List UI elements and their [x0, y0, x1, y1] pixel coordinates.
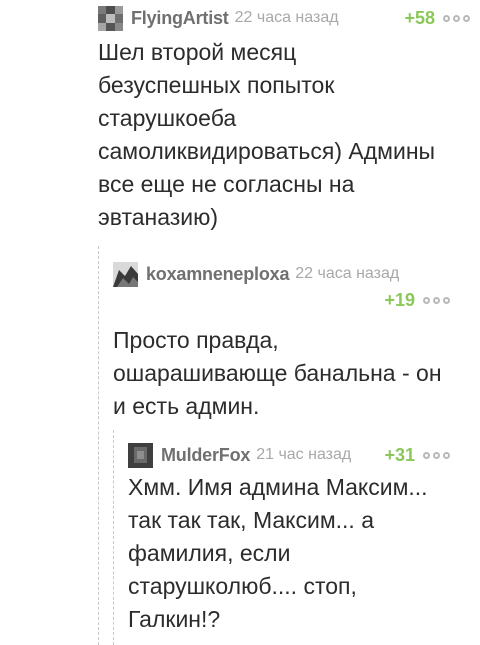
- comment-body: Шел второй месяц безуспешных попыток ста…: [98, 36, 470, 234]
- comment-line: ошарашивающе банальна - он: [113, 360, 442, 386]
- comment-koxamneneploxa: koxamneneploxa 22 часа назад +19 Просто …: [113, 261, 450, 423]
- comment-time[interactable]: 22 часа назад: [295, 265, 399, 283]
- thread-line-level-2: [113, 430, 114, 645]
- comment-line: старушколюб.... стоп,: [128, 573, 357, 599]
- comment-line: Хмм. Имя админа Максим...: [128, 474, 428, 500]
- comment-flyingartist: FlyingArtist 22 часа назад +58 Шел второ…: [98, 5, 470, 234]
- comment-line: и есть админ.: [113, 393, 260, 419]
- more-dots-icon[interactable]: [423, 296, 450, 304]
- comment-line: так так так, Максим... а: [128, 507, 374, 533]
- avatar[interactable]: [98, 5, 123, 31]
- comment-mulderfox: MulderFox 21 час назад +31 Хмм. Имя адми…: [128, 442, 450, 636]
- comment-score: +31: [384, 444, 415, 465]
- avatar[interactable]: [128, 442, 153, 468]
- comment-header: MulderFox 21 час назад +31: [128, 442, 450, 468]
- comment-header: FlyingArtist 22 часа назад +58: [98, 5, 470, 31]
- comment-line: самоликвидироваться) Админы: [98, 138, 436, 164]
- avatar[interactable]: [113, 261, 138, 287]
- comment-body: Хмм. Имя админа Максим... так так так, М…: [128, 471, 450, 636]
- comment-score: +58: [404, 7, 435, 28]
- comment-line: фамилия, если: [128, 540, 291, 566]
- comment-time[interactable]: 22 часа назад: [235, 9, 339, 27]
- thread-line-level-1: [98, 246, 99, 645]
- more-dots-icon[interactable]: [443, 14, 470, 22]
- comment-line: Шел второй месяц: [98, 39, 297, 65]
- more-dots-icon[interactable]: [423, 451, 450, 459]
- author-name[interactable]: FlyingArtist: [131, 8, 229, 29]
- comment-line: старушкоеба: [98, 105, 237, 131]
- comment-line: безуспешных попыток: [98, 72, 335, 98]
- comment-line: все еще не согласны на: [98, 171, 355, 197]
- comment-body: Просто правда, ошарашивающе банальна - о…: [113, 324, 450, 423]
- comment-score-row: +19: [113, 288, 450, 312]
- comment-line: эвтаназию): [98, 204, 219, 230]
- comment-score: +19: [384, 289, 415, 310]
- comment-time[interactable]: 21 час назад: [256, 446, 351, 464]
- author-name[interactable]: koxamneneploxa: [146, 264, 289, 285]
- comment-line: Просто правда,: [113, 327, 279, 353]
- comment-header: koxamneneploxa 22 часа назад: [113, 261, 450, 287]
- comment-line: Галкин!?: [128, 606, 221, 632]
- author-name[interactable]: MulderFox: [161, 445, 250, 466]
